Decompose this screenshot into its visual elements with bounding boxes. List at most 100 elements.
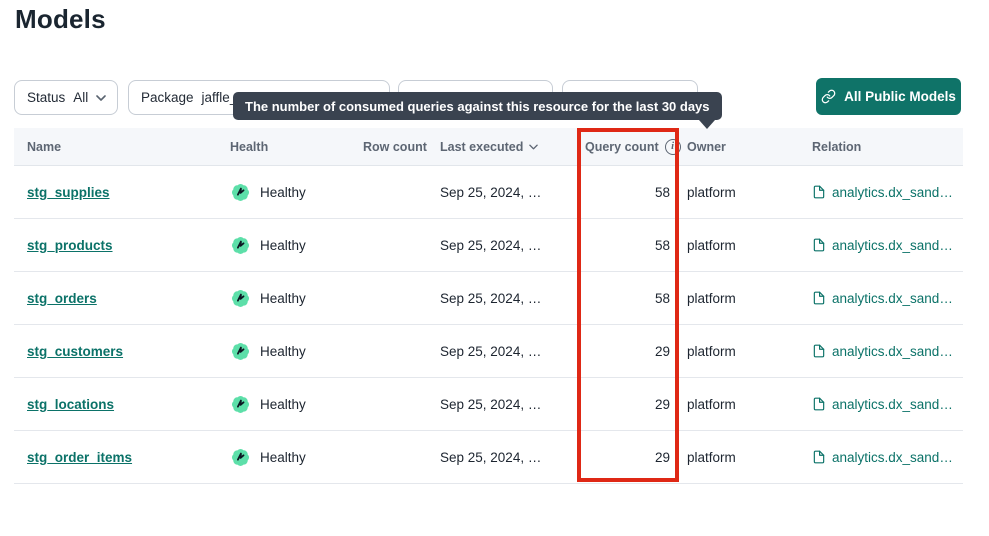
table-row: stg_supplies Healthy Sep 25, 2024, … 58 …: [14, 166, 963, 219]
health-badge: Healthy: [230, 341, 306, 362]
last-executed-cell: Sep 25, 2024, …: [440, 238, 585, 253]
health-cell: Healthy: [230, 288, 363, 309]
relation-link[interactable]: analytics.dx_sand…: [812, 344, 953, 359]
column-header-name[interactable]: Name: [27, 140, 230, 154]
health-cell: Healthy: [230, 182, 363, 203]
model-name-cell: stg_order_items: [27, 450, 230, 465]
health-badge: Healthy: [230, 182, 306, 203]
health-label: Healthy: [260, 450, 306, 465]
relation-link[interactable]: analytics.dx_sand…: [812, 450, 953, 465]
package-filter-label: Package: [141, 90, 194, 105]
column-header-row-count[interactable]: Row count: [363, 140, 440, 154]
file-icon: [812, 291, 826, 305]
relation-cell: analytics.dx_sand…: [812, 291, 963, 306]
health-badge: Healthy: [230, 235, 306, 256]
health-badge: Healthy: [230, 288, 306, 309]
owner-cell: platform: [687, 450, 812, 465]
column-header-last-executed[interactable]: Last executed: [440, 140, 585, 154]
models-table: Name Health Row count Last executed Quer…: [14, 128, 963, 484]
query-count-cell: 29: [585, 344, 687, 359]
owner-cell: platform: [687, 291, 812, 306]
column-header-owner[interactable]: Owner: [687, 140, 812, 154]
healthy-seal-icon: [230, 235, 251, 256]
owner-cell: platform: [687, 238, 812, 253]
query-count-cell: 29: [585, 397, 687, 412]
status-filter-label: Status: [27, 90, 65, 105]
relation-cell: analytics.dx_sand…: [812, 238, 963, 253]
table-row: stg_customers Healthy Sep 25, 2024, … 29…: [14, 325, 963, 378]
model-name-link[interactable]: stg_supplies: [27, 185, 110, 200]
model-name-link[interactable]: stg_customers: [27, 344, 123, 359]
relation-label: analytics.dx_sand…: [832, 397, 953, 412]
relation-cell: analytics.dx_sand…: [812, 185, 963, 200]
model-name-cell: stg_orders: [27, 291, 230, 306]
file-icon: [812, 238, 826, 252]
column-header-query-count[interactable]: Query count i: [585, 139, 687, 155]
last-executed-cell: Sep 25, 2024, …: [440, 450, 585, 465]
query-count-cell: 58: [585, 185, 687, 200]
relation-link[interactable]: analytics.dx_sand…: [812, 397, 953, 412]
all-public-models-label: All Public Models: [844, 89, 956, 104]
last-executed-cell: Sep 25, 2024, …: [440, 291, 585, 306]
file-icon: [812, 450, 826, 464]
healthy-seal-icon: [230, 182, 251, 203]
healthy-seal-icon: [230, 288, 251, 309]
relation-link[interactable]: analytics.dx_sand…: [812, 185, 953, 200]
table-body: stg_supplies Healthy Sep 25, 2024, … 58 …: [14, 166, 963, 484]
last-executed-cell: Sep 25, 2024, …: [440, 185, 585, 200]
model-name-link[interactable]: stg_orders: [27, 291, 97, 306]
health-badge: Healthy: [230, 394, 306, 415]
tooltip-text: The number of consumed queries against t…: [245, 99, 710, 114]
model-name-link[interactable]: stg_locations: [27, 397, 114, 412]
table-row: stg_orders Healthy Sep 25, 2024, … 58 pl…: [14, 272, 963, 325]
relation-cell: analytics.dx_sand…: [812, 397, 963, 412]
relation-label: analytics.dx_sand…: [832, 238, 953, 253]
table-row: stg_locations Healthy Sep 25, 2024, … 29…: [14, 378, 963, 431]
column-header-health[interactable]: Health: [230, 140, 363, 154]
healthy-seal-icon: [230, 341, 251, 362]
info-icon[interactable]: i: [665, 139, 681, 155]
relation-link[interactable]: analytics.dx_sand…: [812, 291, 953, 306]
column-header-relation[interactable]: Relation: [812, 140, 963, 154]
query-count-cell: 58: [585, 291, 687, 306]
package-filter-value: jaffle_: [202, 90, 238, 105]
relation-label: analytics.dx_sand…: [832, 291, 953, 306]
table-row: stg_order_items Healthy Sep 25, 2024, … …: [14, 431, 963, 484]
page-title: Models: [15, 4, 106, 35]
owner-cell: platform: [687, 397, 812, 412]
health-label: Healthy: [260, 238, 306, 253]
chevron-down-icon: [96, 95, 106, 101]
link-icon: [821, 89, 836, 104]
query-count-cell: 29: [585, 450, 687, 465]
health-cell: Healthy: [230, 235, 363, 256]
health-cell: Healthy: [230, 341, 363, 362]
health-cell: Healthy: [230, 394, 363, 415]
health-label: Healthy: [260, 291, 306, 306]
health-badge: Healthy: [230, 447, 306, 468]
table-row: stg_products Healthy Sep 25, 2024, … 58 …: [14, 219, 963, 272]
query-count-cell: 58: [585, 238, 687, 253]
owner-cell: platform: [687, 185, 812, 200]
health-cell: Healthy: [230, 447, 363, 468]
health-label: Healthy: [260, 397, 306, 412]
file-icon: [812, 397, 826, 411]
model-name-cell: stg_locations: [27, 397, 230, 412]
health-label: Healthy: [260, 185, 306, 200]
file-icon: [812, 185, 826, 199]
status-filter-dropdown[interactable]: Status All: [14, 80, 118, 115]
model-name-cell: stg_supplies: [27, 185, 230, 200]
table-header-row: Name Health Row count Last executed Quer…: [14, 128, 963, 166]
relation-label: analytics.dx_sand…: [832, 450, 953, 465]
model-name-link[interactable]: stg_order_items: [27, 450, 132, 465]
relation-link[interactable]: analytics.dx_sand…: [812, 238, 953, 253]
last-executed-cell: Sep 25, 2024, …: [440, 344, 585, 359]
healthy-seal-icon: [230, 447, 251, 468]
status-filter-value: All: [73, 90, 88, 105]
healthy-seal-icon: [230, 394, 251, 415]
relation-label: analytics.dx_sand…: [832, 344, 953, 359]
query-count-tooltip: The number of consumed queries against t…: [233, 92, 722, 120]
model-name-cell: stg_products: [27, 238, 230, 253]
model-name-link[interactable]: stg_products: [27, 238, 113, 253]
model-name-cell: stg_customers: [27, 344, 230, 359]
all-public-models-button[interactable]: All Public Models: [816, 78, 961, 115]
